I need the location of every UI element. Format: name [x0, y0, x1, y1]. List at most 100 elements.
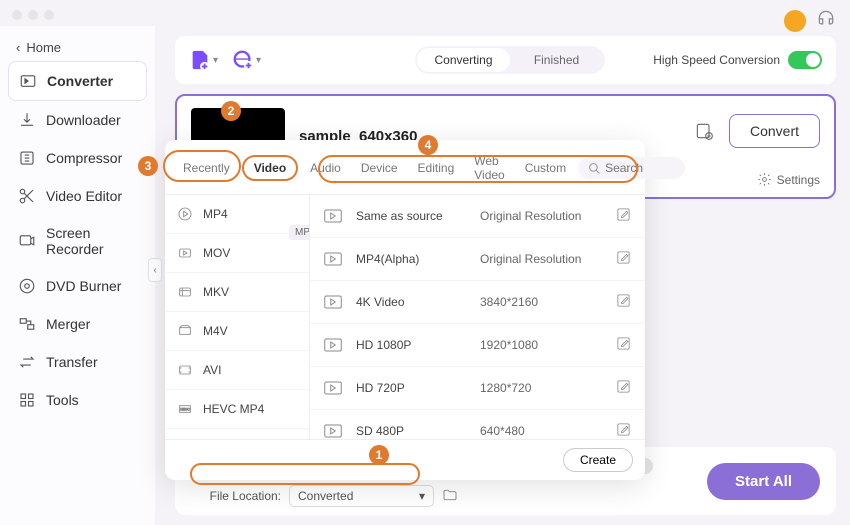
popup-tab-editing[interactable]: Editing [410, 155, 463, 181]
download-icon [18, 111, 36, 129]
format-label: MP4 [203, 207, 228, 221]
chevron-down-icon: ▾ [256, 55, 261, 66]
sidebar-item-label: Video Editor [46, 188, 122, 204]
window-controls [12, 10, 54, 20]
format-popup: Recently Video Audio Device Editing Web … [165, 140, 645, 480]
sidebar-item-label: DVD Burner [46, 278, 121, 294]
format-item-avi[interactable]: AVI [165, 351, 309, 390]
step-badge-3: 3 [138, 156, 158, 176]
add-file-button[interactable]: ▾ [189, 49, 218, 71]
edit-icon[interactable] [616, 422, 631, 439]
segment-control: Converting Finished [415, 46, 605, 74]
file-location-label: File Location: [191, 489, 281, 503]
sidebar-item-video-editor[interactable]: Video Editor [8, 177, 147, 215]
mp4-badge: MP4 [289, 225, 310, 240]
step-badge-2: 2 [221, 101, 241, 121]
merger-icon [18, 315, 36, 333]
res-value: 1920*1080 [480, 338, 602, 352]
video-icon [324, 381, 342, 395]
resolution-item[interactable]: SD 480P 640*480 [310, 410, 645, 439]
resolution-item[interactable]: 4K Video 3840*2160 [310, 281, 645, 324]
edit-icon[interactable] [616, 293, 631, 311]
res-name: MP4(Alpha) [356, 252, 466, 266]
home-label: Home [26, 40, 61, 55]
sidebar-item-converter[interactable]: Converter [8, 61, 147, 101]
edit-icon[interactable] [616, 379, 631, 397]
folder-icon[interactable] [442, 487, 458, 506]
popup-tab-web-video[interactable]: Web Video [466, 148, 512, 188]
format-item-mp4[interactable]: MP4 [165, 195, 309, 234]
popup-footer: Create [165, 439, 645, 480]
popup-tab-video[interactable]: Video [242, 155, 298, 181]
resolution-item[interactable]: HD 720P 1280*720 [310, 367, 645, 410]
edit-icon[interactable] [616, 336, 631, 354]
sidebar-item-label: Downloader [46, 112, 121, 128]
sidebar-item-tools[interactable]: Tools [8, 381, 147, 419]
sidebar-item-compressor[interactable]: Compressor [8, 139, 147, 177]
sidebar-item-label: Transfer [46, 354, 98, 370]
format-label: MOV [203, 246, 230, 260]
res-value: 3840*2160 [480, 295, 602, 309]
format-item-mov[interactable]: MOV [165, 234, 309, 273]
tab-converting[interactable]: Converting [417, 48, 510, 72]
format-item-mkv[interactable]: MKV [165, 273, 309, 312]
popup-tabs: Recently Video Audio Device Editing Web … [165, 140, 645, 188]
resolution-item[interactable]: MP4(Alpha) Original Resolution [310, 238, 645, 281]
file-location-value: Converted [298, 489, 353, 503]
res-name: SD 480P [356, 424, 466, 438]
tab-finished[interactable]: Finished [510, 48, 603, 72]
start-all-button[interactable]: Start All [707, 463, 820, 500]
main-area: ▾ ▾ Converting Finished High Speed Conve… [155, 26, 850, 525]
scissors-icon [18, 187, 36, 205]
settings-label: Settings [777, 173, 820, 187]
sidebar-item-screen-recorder[interactable]: Screen Recorder [8, 215, 147, 267]
res-name: Same as source [356, 209, 466, 223]
sidebar-item-label: Compressor [46, 150, 122, 166]
format-label: M4V [203, 324, 228, 338]
format-item-m4v[interactable]: M4V [165, 312, 309, 351]
sidebar-item-dvd-burner[interactable]: DVD Burner [8, 267, 147, 305]
format-item-hevc-mp4[interactable]: HEVCHEVC MP4 [165, 390, 309, 429]
video-icon [324, 252, 342, 266]
popup-tab-recently[interactable]: Recently [175, 155, 238, 181]
file-settings-icon[interactable] [693, 120, 715, 142]
settings-link[interactable]: Settings [757, 172, 820, 187]
res-value: Original Resolution [480, 252, 602, 266]
format-label: MKV [203, 285, 229, 299]
high-speed-row: High Speed Conversion [653, 51, 822, 69]
sidebar-item-downloader[interactable]: Downloader [8, 101, 147, 139]
edit-icon[interactable] [616, 207, 631, 225]
res-value: 640*480 [480, 424, 602, 438]
format-label: AVI [203, 363, 221, 377]
transfer-icon [18, 353, 36, 371]
resolution-item[interactable]: Same as sourceOriginal Resolution [310, 195, 645, 238]
popup-tab-device[interactable]: Device [353, 155, 406, 181]
create-button[interactable]: Create [563, 448, 633, 472]
res-name: 4K Video [356, 295, 466, 309]
recorder-icon [18, 232, 36, 250]
search-input[interactable] [605, 161, 675, 175]
resolution-column: Same as sourceOriginal Resolution MP4(Al… [310, 195, 645, 439]
popup-tab-audio[interactable]: Audio [302, 155, 349, 181]
edit-icon[interactable] [616, 250, 631, 268]
sidebar-item-merger[interactable]: Merger [8, 305, 147, 343]
sidebar-item-label: Screen Recorder [46, 225, 137, 257]
popup-tab-custom[interactable]: Custom [517, 155, 574, 181]
back-home[interactable]: ‹Home [8, 34, 147, 61]
video-icon [324, 338, 342, 352]
video-icon [324, 424, 342, 438]
sidebar: ‹Home Converter Downloader Compressor Vi… [0, 26, 155, 525]
res-value: 1280*720 [480, 381, 602, 395]
sidebar-item-transfer[interactable]: Transfer [8, 343, 147, 381]
file-location-select[interactable]: Converted▾ [289, 485, 434, 507]
format-item-hevc-mkv[interactable]: HEVCHEVC MKV [165, 429, 309, 439]
resolution-item[interactable]: HD 1080P1920*1080 [310, 324, 645, 367]
res-name: HD 720P [356, 381, 466, 395]
add-url-button[interactable]: ▾ [232, 49, 261, 71]
chevron-down-icon: ▾ [213, 55, 218, 66]
hsc-toggle[interactable] [788, 51, 822, 69]
convert-button[interactable]: Convert [729, 114, 820, 148]
grid-icon [18, 391, 36, 409]
search-box[interactable] [578, 157, 685, 179]
sidebar-collapse-handle[interactable]: ‹ [148, 258, 162, 282]
